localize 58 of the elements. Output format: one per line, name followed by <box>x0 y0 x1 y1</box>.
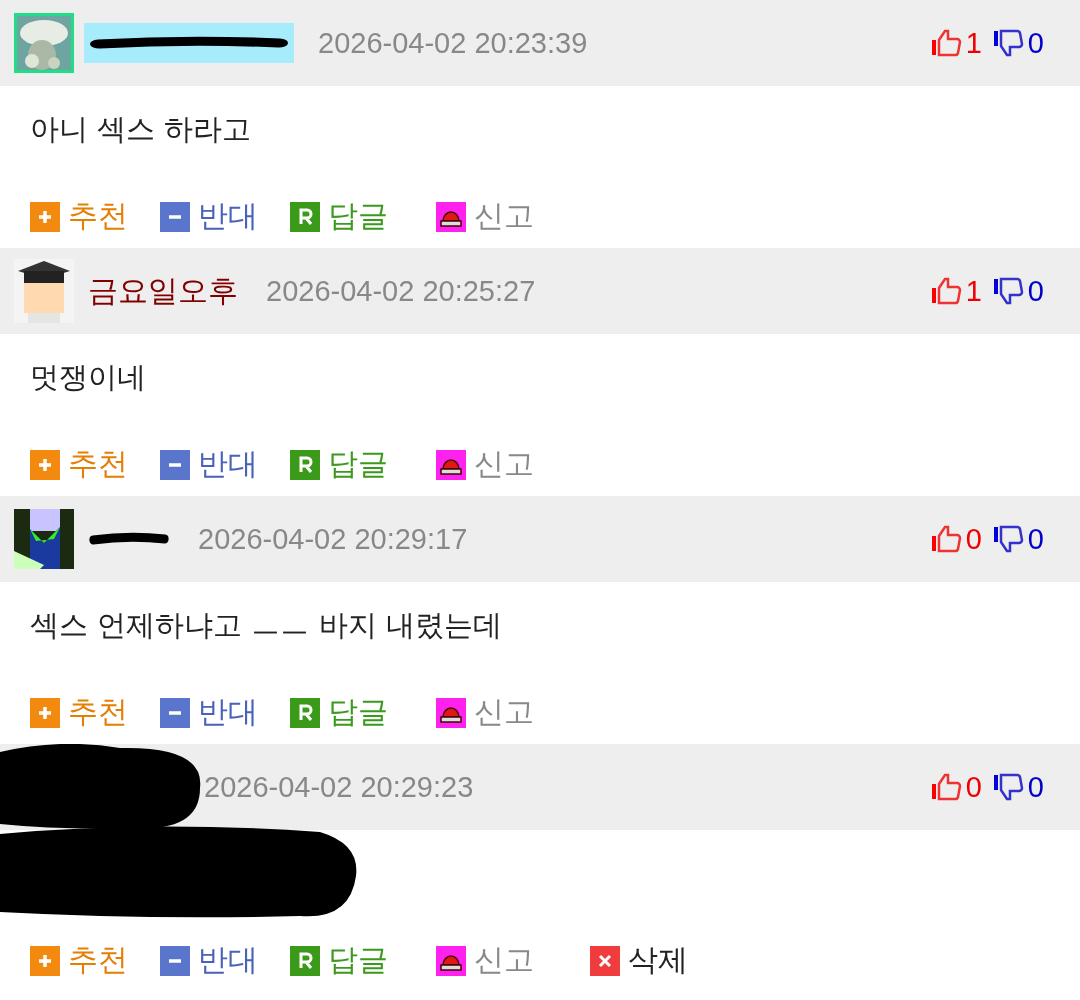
thumbs-down-icon[interactable] <box>991 773 1024 801</box>
plus-icon <box>30 697 60 728</box>
dislike-count: 0 <box>1027 522 1044 556</box>
siren-icon <box>436 449 466 480</box>
reply-button[interactable]: 답글 <box>290 940 388 981</box>
thumbs-down-icon[interactable] <box>991 525 1024 553</box>
report-button[interactable]: 신고 <box>436 940 534 981</box>
reply-icon <box>290 945 320 976</box>
plus-icon <box>30 945 60 976</box>
reply-button[interactable]: 답글 <box>290 692 388 733</box>
timestamp: 2026-04-02 20:23:39 <box>318 26 588 60</box>
oppose-button[interactable]: 반대 <box>160 196 258 237</box>
thumbs-up-icon[interactable] <box>929 525 962 553</box>
plus-icon <box>30 201 60 232</box>
like-count: 1 <box>965 274 982 308</box>
plus-icon <box>30 449 60 480</box>
like-count: 1 <box>965 26 982 60</box>
reply-button[interactable]: 답글 <box>290 196 388 237</box>
reply-icon <box>290 697 320 728</box>
report-button[interactable]: 신고 <box>436 692 534 733</box>
siren-icon <box>436 697 466 728</box>
dislike-count: 0 <box>1027 770 1044 804</box>
dislike-count: 0 <box>1027 26 1044 60</box>
reply-button[interactable]: 답글 <box>290 444 388 485</box>
comment-text: 섹스 언제하냐고 ㅡㅡ 바지 내렸는데 <box>29 607 503 644</box>
timestamp: 2026-04-02 20:25:27 <box>266 274 536 308</box>
recommend-button[interactable]: 추천 <box>30 692 128 733</box>
siren-icon <box>436 945 466 976</box>
close-icon <box>590 945 620 976</box>
oppose-button[interactable]: 반대 <box>160 692 258 733</box>
oppose-button[interactable]: 반대 <box>160 940 258 981</box>
minus-icon <box>160 697 190 728</box>
like-count: 0 <box>965 522 982 556</box>
recommend-button[interactable]: 추천 <box>30 940 128 981</box>
thumbs-down-icon[interactable] <box>991 277 1024 305</box>
report-button[interactable]: 신고 <box>436 444 534 485</box>
thumbs-down-icon[interactable] <box>991 29 1024 57</box>
thumbs-up-icon[interactable] <box>929 773 962 801</box>
timestamp: 2026-04-02 20:29:17 <box>198 522 468 556</box>
oppose-button[interactable]: 반대 <box>160 444 258 485</box>
reply-icon <box>290 449 320 480</box>
delete-button[interactable]: 삭제 <box>590 940 688 981</box>
reply-icon <box>290 201 320 232</box>
minus-icon <box>160 449 190 480</box>
recommend-button[interactable]: 추천 <box>30 444 128 485</box>
report-button[interactable]: 신고 <box>436 196 534 237</box>
author-name[interactable]: 금요일오후 <box>84 268 242 314</box>
recommend-button[interactable]: 추천 <box>30 196 128 237</box>
dislike-count: 0 <box>1027 274 1044 308</box>
siren-icon <box>436 201 466 232</box>
thumbs-up-icon[interactable] <box>929 277 962 305</box>
thumbs-up-icon[interactable] <box>929 29 962 57</box>
like-count: 0 <box>965 770 982 804</box>
comment-text: 아니 섹스 하라고 <box>29 111 253 148</box>
timestamp: 2026-04-02 20:29:23 <box>204 770 474 804</box>
comment-text: 멋쟁이네 <box>29 359 147 396</box>
minus-icon <box>160 945 190 976</box>
minus-icon <box>160 201 190 232</box>
